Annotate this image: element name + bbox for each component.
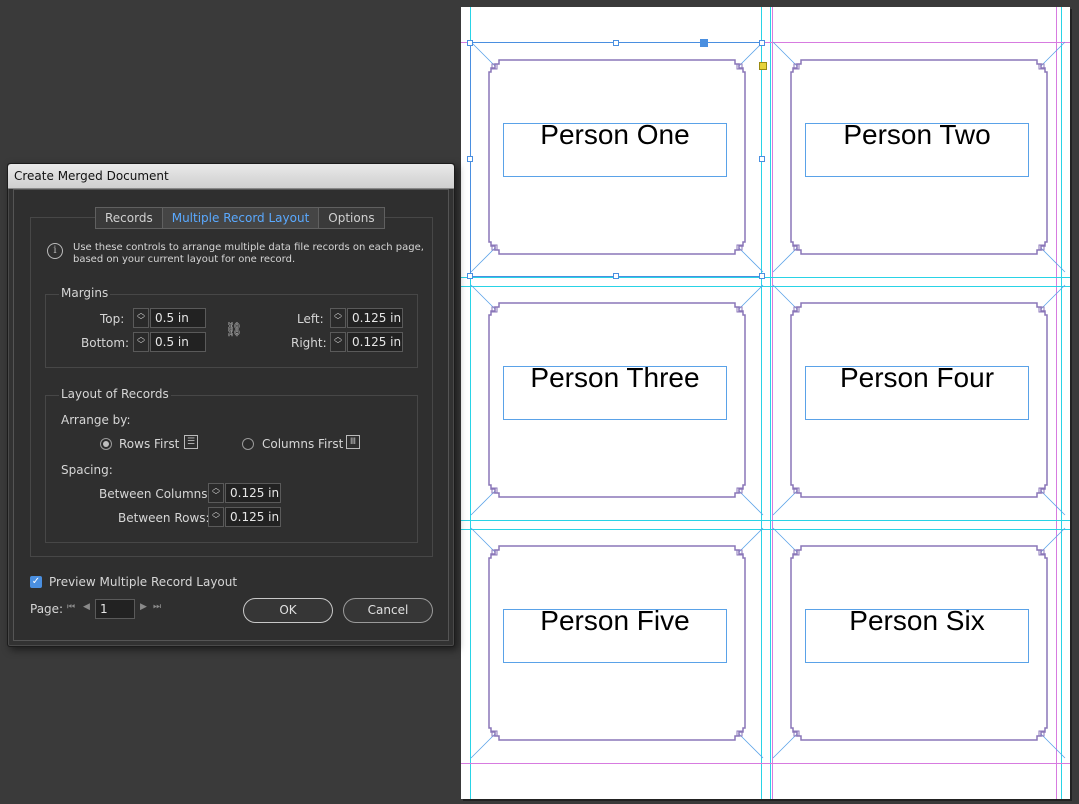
- margin-guide: [461, 763, 1070, 764]
- spacing-label: Spacing:: [61, 463, 113, 477]
- record-name: Person Five: [540, 605, 690, 636]
- margin-guide: [1056, 7, 1057, 799]
- margin-guide: [772, 7, 773, 799]
- row-guide[interactable]: [461, 286, 1070, 287]
- document-page: Person One Person Two Person Three Perso…: [461, 7, 1070, 799]
- between-columns-label: Between Columns:: [99, 487, 212, 501]
- record-card[interactable]: Person Three: [470, 284, 764, 516]
- bottom-label: Bottom:: [81, 336, 130, 350]
- record-card[interactable]: Person One: [470, 41, 764, 273]
- row-guide[interactable]: [461, 529, 1070, 530]
- between-columns-field[interactable]: 0.125 in: [225, 483, 281, 503]
- selection-handle[interactable]: [759, 273, 765, 279]
- top-margin-field[interactable]: 0.5 in: [150, 308, 206, 328]
- bottom-margin-field[interactable]: 0.5 in: [150, 332, 206, 352]
- preview-checkbox[interactable]: ✓: [30, 576, 42, 588]
- tab-options[interactable]: Options: [318, 207, 385, 229]
- columns-first-icon: Ⅲ: [346, 435, 360, 449]
- top-label: Top:: [100, 312, 125, 326]
- record-name: Person Three: [530, 362, 700, 393]
- column-guide[interactable]: [1061, 7, 1062, 799]
- name-text-frame[interactable]: Person Four: [805, 362, 1029, 420]
- first-page-icon[interactable]: ⏮: [67, 602, 75, 612]
- selection-handle[interactable]: [467, 273, 473, 279]
- record-card[interactable]: Person Two: [772, 41, 1066, 273]
- info-text-line2: based on your current layout for one rec…: [73, 254, 296, 265]
- row-guide[interactable]: [461, 520, 1070, 521]
- rows-first-icon: ☰: [184, 435, 198, 449]
- right-margin-field[interactable]: 0.125 in: [347, 332, 403, 352]
- page-number-field[interactable]: 1: [95, 599, 135, 619]
- between-rows-spinner[interactable]: ︿ ﹀: [208, 507, 224, 527]
- column-guide[interactable]: [770, 7, 771, 799]
- dialog-titlebar[interactable]: Create Merged Document: [8, 164, 454, 189]
- selection-handle[interactable]: [467, 156, 473, 162]
- between-columns-spinner[interactable]: ︿ ﹀: [208, 483, 224, 503]
- left-label: Left:: [297, 312, 324, 326]
- record-card[interactable]: Person Four: [772, 284, 1066, 516]
- selection-handle[interactable]: [613, 40, 619, 46]
- left-spinner[interactable]: ︿ ﹀: [330, 308, 346, 328]
- info-text-line1: Use these controls to arrange multiple d…: [73, 242, 424, 253]
- previous-page-icon[interactable]: ◀: [83, 602, 90, 612]
- rows-first-radio[interactable]: [100, 438, 112, 450]
- info-icon: i: [47, 243, 63, 259]
- name-text-frame[interactable]: Person One: [503, 119, 727, 177]
- columns-first-radio[interactable]: [242, 438, 254, 450]
- link-chain-icon[interactable]: ⛓: [225, 322, 243, 338]
- preview-label[interactable]: Preview Multiple Record Layout: [49, 575, 237, 589]
- tab-records[interactable]: Records: [95, 207, 163, 229]
- name-text-frame[interactable]: Person Six: [805, 605, 1029, 663]
- last-page-icon[interactable]: ⏭: [153, 602, 161, 612]
- next-page-icon[interactable]: ▶: [140, 602, 147, 612]
- rows-first-label[interactable]: Rows First: [119, 437, 179, 451]
- selection-handle[interactable]: [759, 156, 765, 162]
- right-spinner[interactable]: ︿ ﹀: [330, 332, 346, 352]
- dialog-body: Records Multiple Record Layout Options i…: [13, 189, 449, 641]
- left-margin-field[interactable]: 0.125 in: [347, 308, 403, 328]
- dialog-title: Create Merged Document: [14, 169, 169, 183]
- cancel-button[interactable]: Cancel: [343, 598, 433, 623]
- record-card[interactable]: Person Five: [470, 527, 764, 759]
- reference-point-handle[interactable]: [700, 39, 708, 47]
- record-name: Person Six: [849, 605, 985, 636]
- margins-group-label: Margins: [59, 286, 111, 300]
- selection-handle[interactable]: [613, 273, 619, 279]
- arrange-by-label: Arrange by:: [61, 413, 131, 427]
- selection-handle[interactable]: [759, 40, 765, 46]
- name-text-frame[interactable]: Person Two: [805, 119, 1029, 177]
- selection-handle[interactable]: [467, 40, 473, 46]
- columns-first-label[interactable]: Columns First: [262, 437, 343, 451]
- name-text-frame[interactable]: Person Three: [503, 362, 727, 420]
- record-card[interactable]: Person Six: [772, 527, 1066, 759]
- between-rows-label: Between Rows:: [118, 511, 210, 525]
- top-spinner[interactable]: ︿ ﹀: [133, 308, 149, 328]
- page-label: Page:: [30, 602, 64, 616]
- tab-multiple-record-layout[interactable]: Multiple Record Layout: [161, 207, 320, 229]
- between-rows-field[interactable]: 0.125 in: [225, 507, 281, 527]
- record-name: Person Four: [839, 362, 995, 393]
- tab-bar: Records Multiple Record Layout Options: [95, 207, 385, 229]
- column-guide[interactable]: [761, 7, 762, 799]
- corner-option-handle[interactable]: [759, 62, 767, 70]
- right-label: Right:: [291, 336, 327, 350]
- ok-button[interactable]: OK: [243, 598, 333, 623]
- create-merged-document-dialog: Create Merged Document Records Multiple …: [7, 163, 455, 647]
- bottom-spinner[interactable]: ︿ ﹀: [133, 332, 149, 352]
- record-name: Person Two: [843, 119, 991, 150]
- row-guide[interactable]: [461, 277, 1070, 278]
- name-text-frame[interactable]: Person Five: [503, 605, 727, 663]
- record-name: Person One: [540, 119, 690, 150]
- layout-group-label: Layout of Records: [59, 387, 171, 401]
